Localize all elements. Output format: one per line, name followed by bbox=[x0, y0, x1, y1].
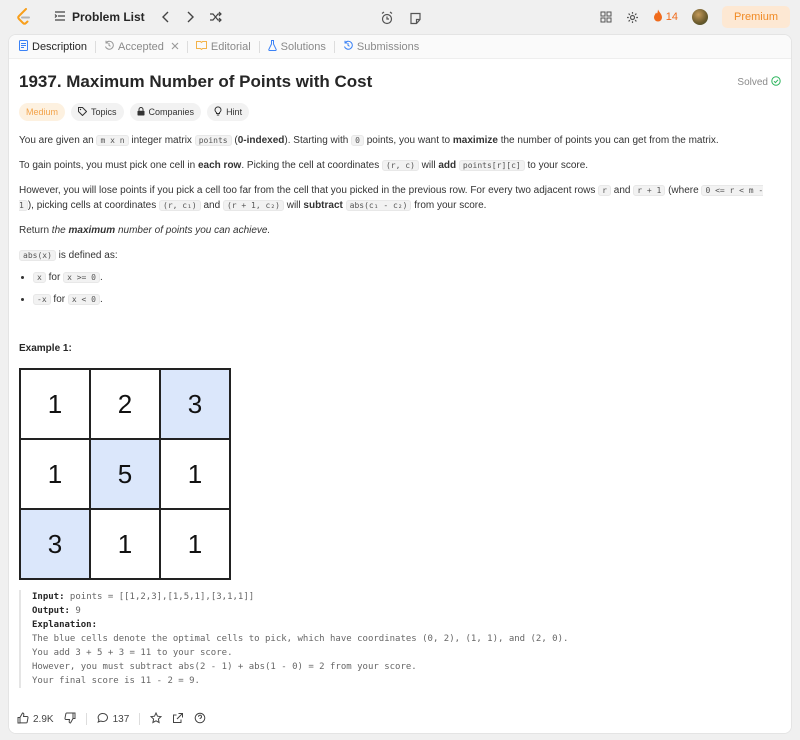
note-icon[interactable] bbox=[404, 7, 426, 29]
share-button[interactable] bbox=[172, 712, 184, 727]
shuffle-icon[interactable] bbox=[209, 11, 222, 23]
topics-tag[interactable]: Topics bbox=[71, 103, 124, 121]
tab-submissions[interactable]: Submissions bbox=[339, 40, 423, 53]
companies-tag[interactable]: Companies bbox=[129, 103, 202, 121]
description-panel: Description Accepted Editorial Solutions… bbox=[8, 34, 792, 734]
description-paragraph: abs(x) is defined as: bbox=[19, 248, 781, 263]
solved-status: Solved bbox=[737, 75, 781, 89]
book-icon bbox=[195, 40, 207, 53]
tab-bar: Description Accepted Editorial Solutions… bbox=[9, 35, 791, 59]
example-heading: Example 1: bbox=[19, 343, 72, 354]
share-icon bbox=[172, 712, 184, 727]
favorite-button[interactable] bbox=[150, 711, 163, 727]
streak-count: 14 bbox=[665, 11, 678, 23]
help-button[interactable] bbox=[194, 712, 206, 727]
tab-label: Submissions bbox=[356, 40, 420, 53]
tab-description[interactable]: Description bbox=[15, 39, 91, 54]
streak-counter[interactable]: 14 bbox=[653, 9, 678, 25]
list-icon bbox=[54, 10, 66, 25]
grid-cell: 1 bbox=[20, 439, 90, 509]
alarm-clock-icon[interactable] bbox=[376, 7, 398, 29]
tab-solutions[interactable]: Solutions bbox=[264, 39, 330, 54]
check-circle-icon bbox=[771, 75, 781, 89]
tab-label: Description bbox=[32, 40, 88, 53]
tab-label: Accepted bbox=[118, 40, 164, 53]
flask-icon bbox=[267, 39, 277, 54]
comment-count: 137 bbox=[112, 713, 130, 725]
close-icon[interactable] bbox=[171, 41, 179, 53]
comments-button[interactable]: 137 bbox=[96, 712, 130, 727]
grid-cell: 1 bbox=[90, 509, 160, 579]
solved-label: Solved bbox=[737, 76, 768, 88]
list-item: x for x >= 0. bbox=[33, 270, 781, 285]
divider bbox=[85, 713, 87, 725]
dislike-button[interactable] bbox=[64, 712, 76, 727]
tab-label: Solutions bbox=[280, 40, 326, 53]
example-explanation: Input: points = [[1,2,3],[1,5,1],[3,1,1]… bbox=[19, 590, 781, 688]
tab-divider bbox=[95, 40, 97, 53]
tab-label: Editorial bbox=[210, 40, 251, 53]
topics-label: Topics bbox=[91, 107, 117, 117]
list-item: -x for x < 0. bbox=[33, 292, 781, 307]
premium-button[interactable]: Premium bbox=[721, 6, 790, 28]
bottom-action-bar: 2.9K 137 bbox=[9, 705, 791, 733]
like-button[interactable]: 2.9K bbox=[17, 711, 54, 727]
definition-list: x for x >= 0. -x for x < 0. bbox=[33, 270, 781, 307]
hint-label: Hint bbox=[226, 107, 243, 117]
question-circle-icon bbox=[194, 712, 206, 727]
tab-divider bbox=[258, 40, 260, 53]
grid-cell-highlighted: 5 bbox=[90, 439, 160, 509]
problem-list-button[interactable]: Problem List bbox=[54, 10, 145, 25]
grid-cell: 2 bbox=[90, 369, 160, 439]
grid-cell-highlighted: 3 bbox=[160, 369, 230, 439]
tab-divider bbox=[186, 40, 188, 53]
hint-tag[interactable]: Hint bbox=[207, 103, 250, 121]
grid-cell: 1 bbox=[20, 369, 90, 439]
thumbs-up-icon bbox=[17, 711, 29, 727]
description-paragraph: To gain points, you must pick one cell i… bbox=[19, 160, 589, 171]
divider bbox=[139, 713, 141, 725]
grid-cell-highlighted: 3 bbox=[20, 509, 90, 579]
chevron-right-icon[interactable] bbox=[185, 11, 195, 23]
description-paragraph: You are given an m x n integer matrix po… bbox=[19, 135, 719, 146]
history-icon bbox=[104, 40, 114, 53]
problem-content: 1937. Maximum Number of Points with Cost… bbox=[19, 59, 781, 699]
avatar[interactable] bbox=[691, 9, 708, 25]
tag-icon bbox=[78, 106, 88, 118]
history-icon bbox=[343, 40, 353, 53]
top-bar: Problem List 14 Premium bbox=[0, 0, 800, 34]
gear-icon[interactable] bbox=[626, 11, 639, 24]
grid-cell: 1 bbox=[160, 509, 230, 579]
chevron-left-icon[interactable] bbox=[161, 11, 171, 23]
layout-grid-icon[interactable] bbox=[600, 11, 612, 23]
tab-accepted[interactable]: Accepted bbox=[100, 40, 183, 53]
thumbs-down-icon bbox=[64, 712, 76, 727]
example-grid-image: 1 2 3 1 5 1 3 1 1 bbox=[19, 368, 231, 580]
problem-title[interactable]: 1937. Maximum Number of Points with Cost bbox=[19, 72, 372, 92]
star-icon bbox=[150, 711, 163, 727]
tab-editorial[interactable]: Editorial bbox=[192, 40, 255, 53]
tag-row: Medium Topics Companies Hint bbox=[19, 103, 781, 121]
lightbulb-icon bbox=[214, 106, 222, 118]
lock-icon bbox=[137, 106, 145, 118]
problem-list-label: Problem List bbox=[72, 10, 145, 24]
companies-label: Companies bbox=[148, 107, 195, 117]
grid-cell: 1 bbox=[160, 439, 230, 509]
document-icon bbox=[19, 39, 28, 54]
difficulty-badge: Medium bbox=[19, 103, 66, 121]
leetcode-logo[interactable] bbox=[14, 7, 34, 27]
description-paragraph: However, you will lose points if you pic… bbox=[19, 185, 764, 211]
tab-divider bbox=[333, 40, 335, 53]
comment-icon bbox=[96, 712, 109, 727]
like-count: 2.9K bbox=[33, 713, 54, 725]
description-paragraph: Return the maximum number of points you … bbox=[19, 225, 271, 236]
fire-icon bbox=[653, 9, 663, 25]
